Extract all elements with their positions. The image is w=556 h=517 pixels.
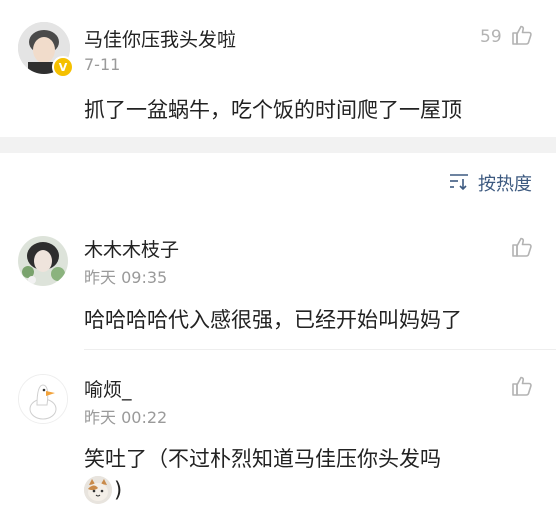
sort-label: 按热度 xyxy=(478,174,532,195)
sort-lines-icon xyxy=(448,171,470,195)
reply-text: 笑吐了（不过朴烈知道马佳压你头发吗 xyxy=(84,447,441,471)
top-comment-text: 抓了一盆蜗牛，吃个饭的时间爬了一屋顶 xyxy=(84,98,462,122)
reply-username[interactable]: 木木木枝子 xyxy=(84,235,179,262)
top-comment-date: 7-11 xyxy=(84,55,121,74)
thumbs-up-icon[interactable] xyxy=(511,236,533,258)
thumbs-up-icon[interactable] xyxy=(511,24,533,46)
reply-date: 昨天 00:22 xyxy=(84,408,168,427)
section-separator xyxy=(0,137,556,153)
thumbs-up-icon[interactable] xyxy=(511,375,533,397)
top-comment-like-count: 59 xyxy=(480,27,502,47)
reply-username[interactable]: 喻烦_ xyxy=(84,375,132,402)
reply-avatar[interactable] xyxy=(18,236,68,286)
reply-text: 哈哈哈哈代入感很强，已经开始叫妈妈了 xyxy=(84,308,462,332)
reply-date: 昨天 09:35 xyxy=(84,268,168,287)
reply-text-continued: ) xyxy=(84,476,122,504)
reply-avatar[interactable] xyxy=(18,374,68,424)
reply-divider xyxy=(84,349,556,350)
cat-emoji-icon xyxy=(84,476,112,504)
top-comment-username[interactable]: 马佳你压我头发啦 xyxy=(84,25,236,52)
reply-text-end: ) xyxy=(114,478,123,502)
verified-badge-icon: V xyxy=(52,56,74,78)
sort-by-hot-button[interactable]: 按热度 xyxy=(448,170,532,196)
